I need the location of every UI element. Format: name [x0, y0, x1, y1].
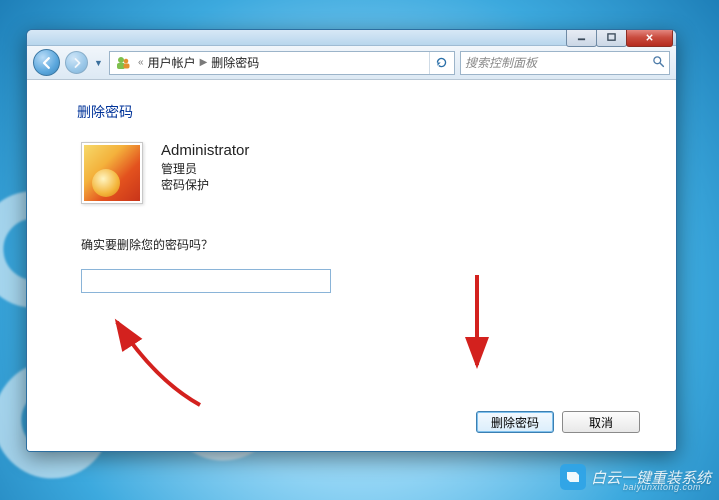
- button-row: 删除密码 取消: [77, 405, 642, 437]
- maximize-icon: [606, 33, 617, 42]
- arrow-left-icon: [41, 57, 53, 69]
- nav-row: ▼ « 用户帐户 ▶ 删除密码 搜索控制面板: [27, 46, 676, 80]
- close-button[interactable]: [626, 29, 673, 47]
- chevron-right-icon: ▶: [196, 57, 212, 68]
- refresh-button[interactable]: [429, 52, 452, 74]
- search-placeholder: 搜索控制面板: [465, 54, 537, 71]
- password-input[interactable]: [81, 269, 331, 293]
- annotation-arrow-input: [85, 310, 225, 420]
- close-icon: [644, 33, 655, 42]
- watermark: 白云一键重装系统 baiyunxitong.com: [560, 464, 711, 490]
- minimize-icon: [576, 33, 587, 42]
- account-protection: 密码保护: [161, 177, 249, 193]
- watermark-badge-icon: [560, 464, 586, 490]
- chevron-left-icon: «: [134, 57, 148, 68]
- avatar-image: [84, 145, 140, 201]
- breadcrumb-level2[interactable]: 删除密码: [211, 54, 259, 71]
- nav-forward-button[interactable]: [65, 51, 88, 74]
- arrow-right-icon: [72, 58, 82, 68]
- content-area: 删除密码 Administrator 管理员 密码保护 确实要删除您的密码吗？ …: [27, 80, 676, 451]
- breadcrumb-bar[interactable]: « 用户帐户 ▶ 删除密码: [109, 51, 455, 75]
- refresh-icon: [435, 56, 448, 69]
- page-title: 删除密码: [77, 102, 642, 122]
- search-icon: [652, 55, 665, 71]
- annotation-arrow-button: [447, 270, 507, 380]
- user-accounts-icon: [115, 55, 131, 71]
- search-box[interactable]: 搜索控制面板: [460, 51, 670, 75]
- delete-password-button[interactable]: 删除密码: [476, 411, 554, 433]
- account-role: 管理员: [161, 161, 249, 177]
- user-block: Administrator 管理员 密码保护: [81, 142, 642, 204]
- nav-history-dropdown[interactable]: ▼: [93, 53, 104, 73]
- maximize-button[interactable]: [596, 29, 627, 47]
- account-name: Administrator: [161, 142, 249, 159]
- breadcrumb-level1[interactable]: 用户帐户: [148, 54, 196, 71]
- caption-buttons: [567, 29, 673, 47]
- nav-back-button[interactable]: [33, 49, 60, 76]
- titlebar[interactable]: [27, 30, 676, 46]
- control-panel-window: ▼ « 用户帐户 ▶ 删除密码 搜索控制面板 删除密码: [26, 29, 677, 452]
- user-info: Administrator 管理员 密码保护: [161, 142, 249, 193]
- avatar: [81, 142, 143, 204]
- confirm-prompt: 确实要删除您的密码吗？: [81, 236, 642, 253]
- watermark-url: baiyunxitong.com: [623, 482, 701, 492]
- minimize-button[interactable]: [566, 29, 597, 47]
- cancel-button[interactable]: 取消: [562, 411, 640, 433]
